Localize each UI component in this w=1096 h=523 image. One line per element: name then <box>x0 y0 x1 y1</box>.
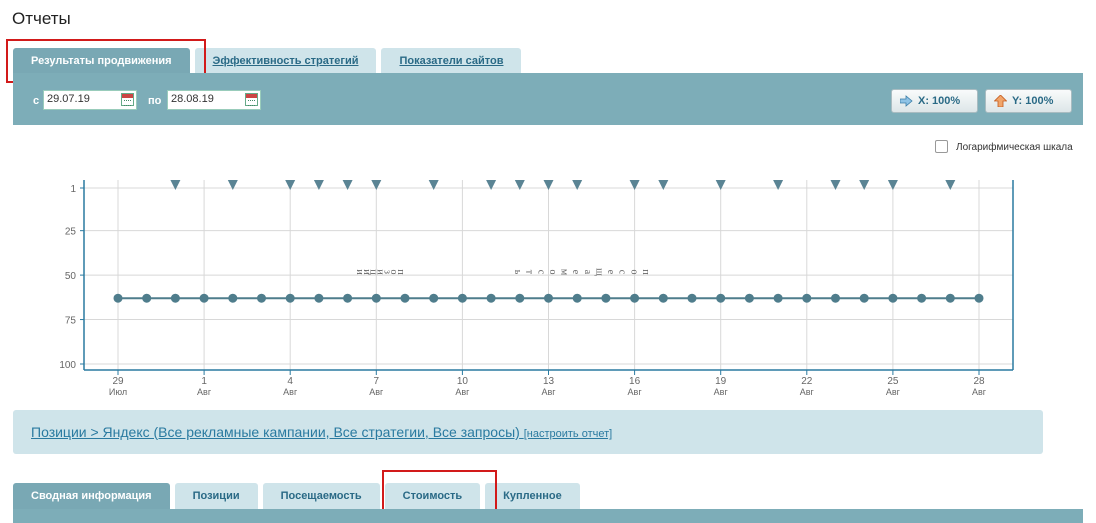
data-point <box>486 293 496 303</box>
annotation-char: п <box>640 269 651 275</box>
x-tick-label-day: 10 <box>457 376 469 387</box>
tab-cost[interactable]: Стоимость <box>384 483 481 510</box>
annotation-char: е <box>570 270 581 275</box>
x-tick-label-month: Авг <box>369 387 384 397</box>
tab-summary[interactable]: Сводная информация <box>13 483 170 510</box>
data-point <box>515 293 525 303</box>
data-point <box>630 293 640 303</box>
data-point <box>400 293 410 303</box>
x-tick-label-day: 22 <box>801 376 813 387</box>
annotation-char: с <box>617 270 628 275</box>
data-point <box>343 293 353 303</box>
data-point <box>859 293 869 303</box>
report-info-text: Позиции > Яндекс (Все рекламные кампании… <box>31 424 520 440</box>
data-point <box>716 293 726 303</box>
annotation-char: с <box>535 270 546 275</box>
y-tick-label: 50 <box>65 271 77 282</box>
data-point <box>917 293 927 303</box>
report-info-box: Позиции > Яндекс (Все рекламные кампании… <box>13 410 1043 454</box>
x-tick-label-month: Авг <box>886 387 901 397</box>
x-tick-label-day: 19 <box>715 376 727 387</box>
data-point <box>371 293 381 303</box>
y-tick-label: 75 <box>65 316 77 327</box>
annotation-char: и <box>354 269 365 275</box>
data-point <box>744 293 754 303</box>
annotation-char: о <box>628 270 639 275</box>
x-tick-label-day: 1 <box>201 376 207 387</box>
data-point <box>285 293 295 303</box>
details-tabs: Сводная информация Позиции Посещаемость … <box>13 483 580 510</box>
details-panel-bar <box>13 509 1083 523</box>
x-tick-label-day: 16 <box>629 376 641 387</box>
data-point <box>228 293 238 303</box>
tab-positions[interactable]: Позиции <box>174 483 258 510</box>
data-point <box>199 293 209 303</box>
data-point <box>888 293 898 303</box>
annotation-char: о <box>547 270 558 275</box>
x-tick-label-day: 7 <box>374 376 380 387</box>
data-point <box>945 293 955 303</box>
x-tick-label-month: Авг <box>714 387 729 397</box>
x-tick-label-day: 13 <box>543 376 555 387</box>
report-info[interactable]: Позиции > Яндекс (Все рекламные кампании… <box>31 424 612 440</box>
configure-report-link[interactable]: [настроить отчет] <box>524 428 612 440</box>
x-tick-label-day: 28 <box>973 376 985 387</box>
data-point <box>170 293 180 303</box>
y-tick-label: 1 <box>70 184 76 195</box>
x-tick-label-month: Авг <box>541 387 556 397</box>
tab-traffic[interactable]: Посещаемость <box>262 483 380 510</box>
annotation-char: ь <box>512 270 523 275</box>
x-tick-label-month: Авг <box>628 387 643 397</box>
annotation-char: т <box>524 270 535 275</box>
annotation-char: щ <box>593 268 604 276</box>
y-tick-label: 25 <box>65 227 77 238</box>
data-point <box>142 293 152 303</box>
data-point <box>802 293 812 303</box>
annotation-char: м <box>559 269 570 276</box>
annotation-char: а <box>582 270 593 275</box>
data-point <box>572 293 582 303</box>
x-tick-label-day: 29 <box>112 376 124 387</box>
x-tick-label-month: Авг <box>800 387 815 397</box>
data-point <box>457 293 467 303</box>
data-point <box>113 293 123 303</box>
data-point <box>831 293 840 303</box>
x-tick-label-month: Авг <box>972 387 987 397</box>
annotation-char: е <box>605 270 616 275</box>
data-point <box>687 293 697 303</box>
data-point <box>974 293 984 303</box>
data-point <box>773 293 783 303</box>
x-tick-label-month: Авг <box>197 387 212 397</box>
x-tick-label-month: Авг <box>283 387 298 397</box>
x-tick-label-month: Июл <box>109 387 127 397</box>
data-point <box>429 293 439 303</box>
data-point <box>257 293 266 303</box>
data-point <box>314 293 324 303</box>
positions-chart: 125507510029Июл1Авг4Авг7Авг10Авг13Авг16А… <box>59 180 1014 397</box>
y-tick-label: 100 <box>59 360 76 371</box>
x-tick-label-month: Авг <box>455 387 470 397</box>
data-point <box>601 293 611 303</box>
data-point <box>658 293 668 303</box>
tab-purchased[interactable]: Купленное <box>485 483 580 510</box>
x-tick-label-day: 25 <box>887 376 899 387</box>
x-tick-label-day: 4 <box>287 376 293 387</box>
data-point <box>544 293 553 303</box>
